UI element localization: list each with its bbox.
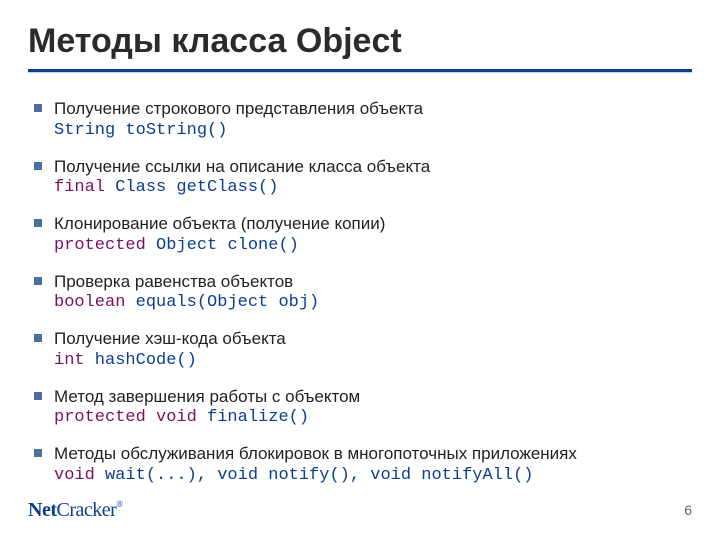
page-number: 6: [684, 502, 692, 518]
content-area: Получение строкового представления объек…: [0, 72, 720, 487]
method-signature: String toString(): [54, 120, 686, 142]
slide: Методы класса Object Получение строковог…: [0, 0, 720, 540]
list-item: Методы обслуживания блокировок в многопо…: [34, 443, 686, 487]
method-desc: Проверка равенства объектов: [54, 271, 686, 293]
list-item: Получение ссылки на описание класса объе…: [34, 156, 686, 200]
method-signature: protected Object clone(): [54, 235, 686, 257]
list-item: Получение строкового представления объек…: [34, 98, 686, 142]
method-signature: protected void finalize(): [54, 407, 686, 429]
method-signature: int hashCode(): [54, 350, 686, 372]
logo-net: Net: [28, 499, 56, 521]
method-desc: Методы обслуживания блокировок в многопо…: [54, 443, 686, 465]
logo-r: ®: [116, 499, 122, 509]
method-desc: Получение строкового представления объек…: [54, 98, 686, 120]
method-list: Получение строкового представления объек…: [34, 98, 686, 487]
logo: NetCracker®: [28, 499, 123, 522]
list-item: Получение хэш-кода объекта int hashCode(…: [34, 328, 686, 372]
method-desc: Метод завершения работы с объектом: [54, 386, 686, 408]
method-signature: boolean equals(Object obj): [54, 292, 686, 314]
method-desc: Получение ссылки на описание класса объе…: [54, 156, 686, 178]
method-signature: void wait(...), void notify(), void noti…: [54, 465, 686, 487]
list-item: Проверка равенства объектов boolean equa…: [34, 271, 686, 315]
logo-cracker: Cracker: [56, 499, 116, 521]
list-item: Клонирование объекта (получение копии) p…: [34, 213, 686, 257]
slide-title: Методы класса Object: [0, 0, 720, 69]
method-signature: final Class getClass(): [54, 177, 686, 199]
list-item: Метод завершения работы с объектом prote…: [34, 386, 686, 430]
divider: [0, 69, 720, 72]
method-desc: Клонирование объекта (получение копии): [54, 213, 686, 235]
method-desc: Получение хэш-кода объекта: [54, 328, 686, 350]
footer: NetCracker® 6: [0, 492, 720, 540]
